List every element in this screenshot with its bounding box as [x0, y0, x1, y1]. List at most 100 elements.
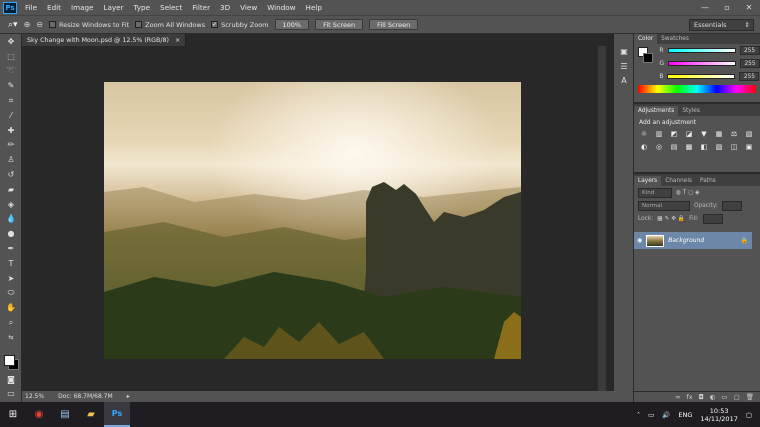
history-panel-icon[interactable]: ▣: [614, 44, 634, 59]
color-balance-adjustment-icon[interactable]: ⚖: [728, 129, 740, 139]
resize-windows-checkbox[interactable]: Resize Windows to Fit: [48, 21, 129, 29]
screen-mode-icon[interactable]: ▭: [0, 386, 22, 401]
photoshop-taskbar-icon[interactable]: Ps: [104, 402, 130, 427]
document-tab[interactable]: Sky Change with Moon.psd @ 12.5% (RGB/8)…: [22, 34, 187, 46]
move-tool-icon[interactable]: ✥: [0, 34, 22, 49]
menu-file[interactable]: File: [20, 3, 42, 12]
tab-styles[interactable]: Styles: [678, 106, 704, 116]
foreground-color-swatch[interactable]: [4, 355, 15, 366]
tab-swatches[interactable]: Swatches: [657, 34, 693, 44]
channel-mixer-adjustment-icon[interactable]: ◎: [653, 142, 665, 152]
zoom-100-button[interactable]: 100%: [274, 19, 310, 30]
filter-icons[interactable]: ◍ T ◻ ◈: [676, 190, 699, 196]
eraser-tool-icon[interactable]: ▰: [0, 182, 22, 197]
dodge-tool-icon[interactable]: ●: [0, 226, 22, 241]
lasso-tool-icon[interactable]: ➰: [0, 64, 22, 79]
file-explorer-icon[interactable]: ▰: [78, 402, 104, 427]
photo-filter-adjustment-icon[interactable]: ◐: [638, 142, 650, 152]
history-brush-tool-icon[interactable]: ↺: [0, 167, 22, 182]
fill-screen-button[interactable]: Fill Screen: [369, 19, 419, 30]
healing-brush-tool-icon[interactable]: ✚: [0, 123, 22, 138]
status-menu-icon[interactable]: ▸: [127, 393, 130, 400]
posterize-adjustment-icon[interactable]: ◧: [698, 142, 710, 152]
link-layers-icon[interactable]: ∞: [675, 393, 680, 401]
character-panel-icon[interactable]: A: [614, 74, 634, 89]
blue-value[interactable]: 255: [739, 72, 760, 81]
selective-color-adjustment-icon[interactable]: ▣: [743, 142, 755, 152]
menu-type[interactable]: Type: [129, 3, 156, 12]
blue-slider[interactable]: B 255: [655, 70, 760, 83]
hand-tool-icon[interactable]: ✋: [0, 300, 22, 315]
workspace-select[interactable]: Essentials ⇕: [689, 19, 754, 31]
curves-adjustment-icon[interactable]: ◩: [668, 129, 680, 139]
clock[interactable]: 10:53 14/11/2017: [700, 407, 737, 423]
shape-tool-icon[interactable]: ⬭: [0, 286, 22, 301]
notepad-icon[interactable]: ▤: [52, 402, 78, 427]
black-white-adjustment-icon[interactable]: ▧: [743, 129, 755, 139]
new-group-icon[interactable]: ▭: [721, 393, 727, 401]
menu-view[interactable]: View: [235, 3, 262, 12]
menu-select[interactable]: Select: [155, 3, 187, 12]
tab-paths[interactable]: Paths: [696, 176, 720, 186]
fit-screen-button[interactable]: Fit Screen: [315, 19, 364, 30]
properties-panel-icon[interactable]: ☰: [614, 59, 634, 74]
zoom-level[interactable]: 12.5%: [25, 393, 44, 400]
menu-3d[interactable]: 3D: [215, 3, 235, 12]
close-icon[interactable]: ✕: [738, 0, 760, 15]
lock-icons[interactable]: ▦ ✎ ✥ 🔒: [657, 216, 685, 222]
color-spectrum[interactable]: [638, 85, 756, 93]
windows-start-icon[interactable]: ⊞: [0, 402, 26, 427]
hue-saturation-adjustment-icon[interactable]: ▦: [713, 129, 725, 139]
type-tool-icon[interactable]: T: [0, 256, 22, 271]
blur-tool-icon[interactable]: 💧: [0, 212, 22, 227]
vibrance-adjustment-icon[interactable]: ▼: [698, 129, 710, 139]
zoom-tool-icon[interactable]: ⌕▾: [8, 20, 18, 30]
vertical-scrollbar[interactable]: [598, 46, 606, 391]
red-value[interactable]: 255: [739, 46, 760, 55]
fx-icon[interactable]: fx: [686, 393, 692, 401]
tray-arrow-icon[interactable]: ˄: [637, 411, 640, 419]
zoom-tool-icon[interactable]: ⌕: [0, 315, 22, 330]
new-layer-icon[interactable]: ▢: [734, 393, 740, 401]
green-value[interactable]: 255: [740, 59, 760, 68]
paint-bucket-tool-icon[interactable]: ◈: [0, 197, 22, 212]
gradient-map-adjustment-icon[interactable]: ◫: [728, 142, 740, 152]
trash-icon[interactable]: 🗑: [746, 393, 754, 401]
layer-kind-select[interactable]: Kind: [638, 187, 672, 198]
zoom-all-windows-checkbox[interactable]: Zoom All Windows: [135, 21, 205, 29]
red-slider[interactable]: R 255: [655, 44, 760, 57]
clone-stamp-tool-icon[interactable]: ♙: [0, 152, 22, 167]
green-slider[interactable]: G 255: [655, 57, 760, 70]
network-icon[interactable]: ▭: [648, 411, 654, 419]
minimize-icon[interactable]: —: [694, 0, 716, 15]
blend-mode-select[interactable]: Normal: [638, 200, 690, 211]
marquee-tool-icon[interactable]: ⬚: [0, 49, 22, 64]
swap-colors-icon[interactable]: ⇆: [0, 330, 22, 345]
menu-help[interactable]: Help: [301, 3, 327, 12]
brightness-adjustment-icon[interactable]: ☼: [638, 129, 650, 139]
maximize-icon[interactable]: ▫: [716, 0, 738, 15]
add-mask-icon[interactable]: ◘: [699, 393, 704, 401]
menu-image[interactable]: Image: [66, 3, 99, 12]
layer-row-background[interactable]: ◉ Background 🔒: [634, 232, 752, 249]
chrome-icon[interactable]: ◉: [26, 402, 52, 427]
volume-icon[interactable]: 🔊: [662, 411, 670, 419]
path-select-tool-icon[interactable]: ➤: [0, 271, 22, 286]
new-adjustment-icon[interactable]: ◐: [710, 393, 716, 401]
close-icon[interactable]: ×: [175, 37, 180, 44]
levels-adjustment-icon[interactable]: ▥: [653, 129, 665, 139]
menu-layer[interactable]: Layer: [98, 3, 128, 12]
notifications-icon[interactable]: ▢: [746, 411, 752, 419]
tab-channels[interactable]: Channels: [661, 176, 696, 186]
scrubby-zoom-checkbox[interactable]: ✓ Scrubby Zoom: [211, 21, 269, 29]
eyedropper-tool-icon[interactable]: ⁄: [0, 108, 22, 123]
exposure-adjustment-icon[interactable]: ◪: [683, 129, 695, 139]
zoom-out-icon[interactable]: ⊖: [36, 20, 43, 29]
opacity-field[interactable]: [721, 200, 742, 211]
tab-layers[interactable]: Layers: [634, 176, 662, 186]
brush-tool-icon[interactable]: ✏: [0, 138, 22, 153]
invert-adjustment-icon[interactable]: ▩: [683, 142, 695, 152]
threshold-adjustment-icon[interactable]: ▨: [713, 142, 725, 152]
menu-edit[interactable]: Edit: [42, 3, 66, 12]
tab-adjustments[interactable]: Adjustments: [634, 106, 679, 116]
